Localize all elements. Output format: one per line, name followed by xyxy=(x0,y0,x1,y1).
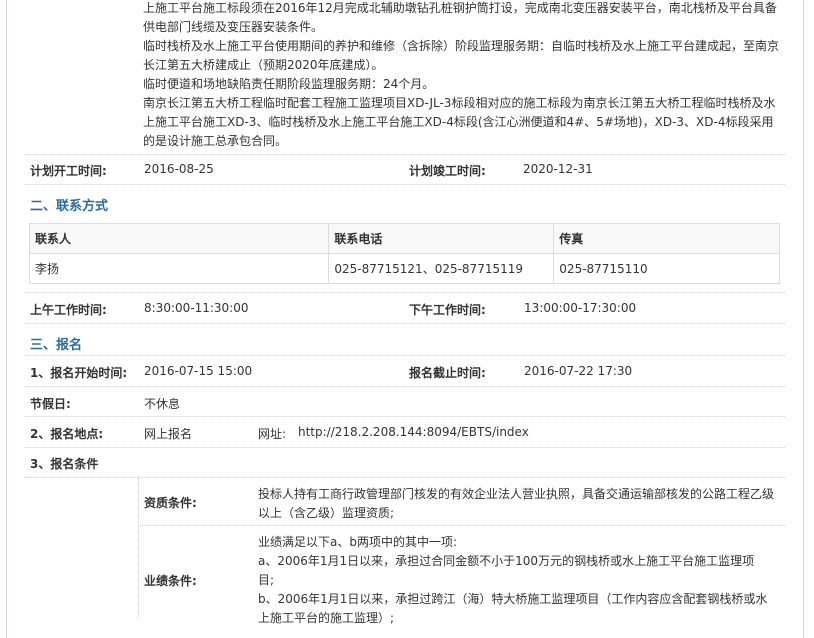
performance-line: 目; xyxy=(258,573,275,587)
performance-line: 上施工平台的施工监理）; xyxy=(258,611,395,625)
intro-line: 临时便道和场地缺陷责任期阶段监理服务期：24个月。 xyxy=(143,77,435,91)
registration-start-value: 2016-07-15 15:00 xyxy=(144,364,253,378)
planned-end-label: 计划竣工时间: xyxy=(409,164,486,178)
pm-hours-value: 13:00:00-17:30:00 xyxy=(524,301,637,315)
divider xyxy=(24,477,138,478)
divider xyxy=(24,184,785,185)
divider xyxy=(138,477,785,478)
header-contact-phone: 联系电话 xyxy=(328,223,555,254)
intro-line: 上施工平台施工XD-3、临时栈桥及水上施工平台施工XD-4标段(含江心洲便道和4… xyxy=(143,115,774,129)
registration-conditions-label: 3、报名条件 xyxy=(30,457,99,471)
intro-line: 供电部门线缆及变压器安装条件。 xyxy=(143,20,324,34)
holiday-value: 不休息 xyxy=(144,397,181,411)
column-divider xyxy=(138,478,139,618)
qualification-line: 投标人持有工商行政管理部门核发的有效企业法人营业执照，具备交通运输部核发的公路工… xyxy=(258,487,775,501)
contact-person: 李扬 xyxy=(28,253,330,284)
section-contact-title: 二、联系方式 xyxy=(30,199,109,214)
planned-start-value: 2016-08-25 xyxy=(144,162,214,176)
registration-end-label: 报名截止时间: xyxy=(409,366,486,380)
website-label: 网址: xyxy=(258,427,287,441)
divider xyxy=(24,154,785,155)
contact-phone: 025-87715121、025-87715119 xyxy=(328,253,555,284)
table-row: 李扬 025-87715121、025-87715119 025-8771511… xyxy=(28,253,780,284)
section-registration-title: 三、报名 xyxy=(30,338,83,353)
performance-label: 业绩条件: xyxy=(144,574,197,588)
performance-line: 业绩满足以下a、b两项中的其中一项: xyxy=(258,535,458,549)
registration-place-value: 网上报名 xyxy=(144,427,193,441)
performance-line: b、2006年1月1日以来，承担过跨江（海）特大桥施工监理项目（工作内容应含配套… xyxy=(258,592,768,606)
header-contact-person: 联系人 xyxy=(28,223,330,254)
divider xyxy=(24,386,785,387)
header-fax: 传真 xyxy=(553,223,780,254)
divider xyxy=(24,416,785,417)
registration-place-label: 2、报名地点: xyxy=(30,427,104,441)
intro-line: 的是设计施工总承包合同。 xyxy=(143,134,288,148)
contact-table: 联系人 联系电话 传真 李扬 025-87715121、025-87715119… xyxy=(28,223,780,284)
intro-line: 南京长江第五大桥工程临时配套工程施工监理项目XD-JL-3标段相对应的施工标段为… xyxy=(143,96,776,110)
am-hours-value: 8:30:00-11:30:00 xyxy=(144,301,249,315)
registration-start-label: 1、报名开始时间: xyxy=(30,366,128,380)
am-hours-label: 上午工作时间: xyxy=(30,303,107,317)
pm-hours-label: 下午工作时间: xyxy=(409,303,486,317)
registration-url-link[interactable]: http://218.2.208.144:8094/EBTS/index xyxy=(298,425,529,439)
contact-fax: 025-87715110 xyxy=(553,253,780,284)
registration-end-value: 2016-07-22 17:30 xyxy=(524,364,633,378)
holiday-label: 节假日: xyxy=(30,397,71,411)
qualification-label: 资质条件: xyxy=(144,496,197,510)
divider xyxy=(138,525,785,526)
intro-line: 上施工平台施工标段须在2016年12月完成北辅助墩钻孔桩钢护筒打设，完成南北变压… xyxy=(143,1,777,15)
divider xyxy=(24,355,785,356)
performance-line: a、2006年1月1日以来，承担过合同金额不小于100万元的钢栈桥或水上施工平台… xyxy=(258,554,755,568)
planned-end-value: 2020-12-31 xyxy=(523,162,593,176)
qualification-line: 以上（含乙级）监理资质; xyxy=(258,506,395,520)
divider xyxy=(24,323,785,324)
contact-table-header: 联系人 联系电话 传真 xyxy=(28,223,780,254)
intro-line: 临时栈桥及水上施工平台使用期间的养护和维修（含拆除）阶段监理服务期：自临时栈桥及… xyxy=(143,39,780,53)
divider xyxy=(24,447,785,448)
divider xyxy=(24,292,785,293)
intro-line: 长江第五大桥建成止（预期2020年底建成）。 xyxy=(143,58,384,72)
planned-start-label: 计划开工时间: xyxy=(30,164,107,178)
